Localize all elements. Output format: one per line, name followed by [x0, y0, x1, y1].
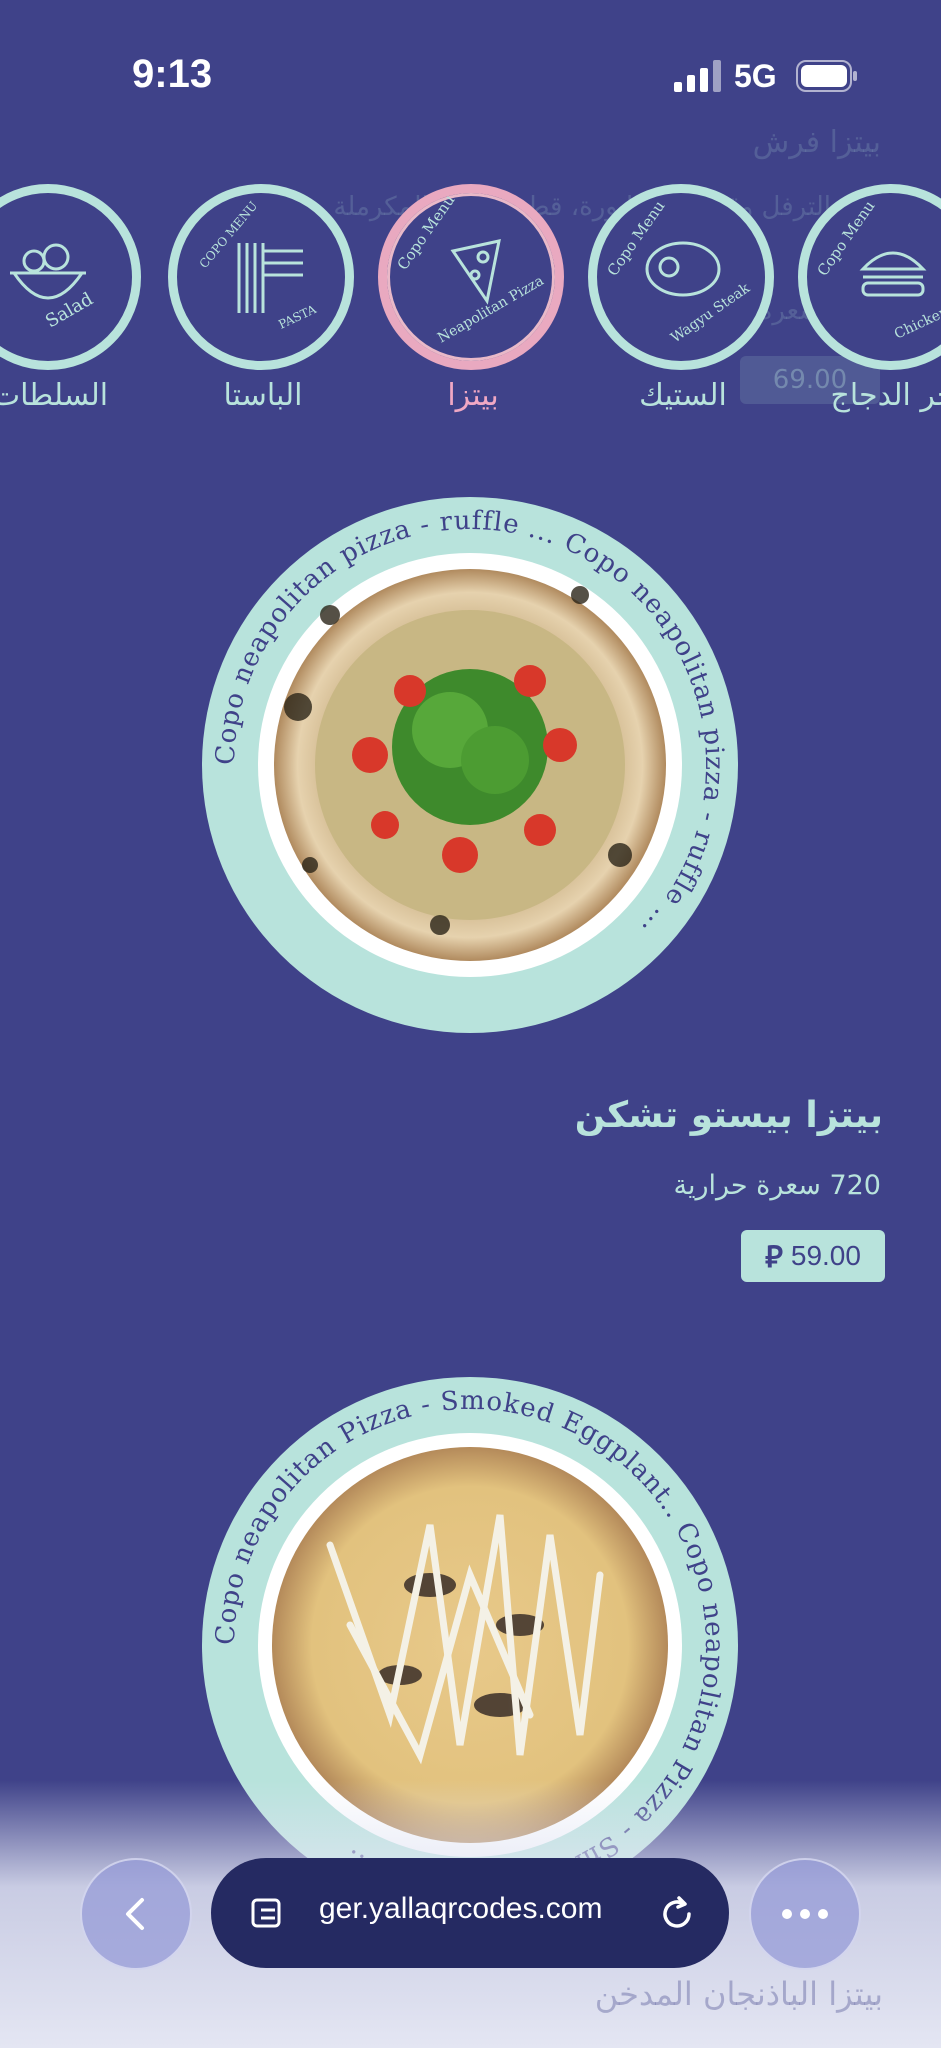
- product-price: 59.00: [790, 1240, 861, 1271]
- reload-icon[interactable]: [657, 1894, 697, 1934]
- status-time: 9:13: [132, 52, 213, 96]
- chevron-left-icon: [126, 1898, 144, 1930]
- product-image-pesto-chicken[interactable]: Copo neapolitan pizza - ruffle ... Copo …: [200, 495, 740, 1035]
- product-calories: 720 سعرة حرارية: [673, 1170, 881, 1201]
- back-button[interactable]: [80, 1858, 192, 1970]
- svg-text:Salad: Salad: [42, 289, 97, 333]
- ghost-title: بيتزا فرش: [752, 125, 881, 160]
- salad-bowl-icon: Salad: [10, 243, 97, 333]
- product-name: بيتزا الباذنجان المدخن: [594, 1975, 883, 2013]
- pasta-icon: COPO MENU PASTA: [197, 199, 319, 332]
- network-type: 5G: [734, 58, 777, 94]
- price-badge: ⃁ 59.00: [741, 1230, 885, 1282]
- cellular-signal-icon: [674, 60, 721, 92]
- burger-icon: Copo Menu Chicken: [814, 197, 941, 343]
- tabs-icon[interactable]: [247, 1894, 287, 1934]
- category-label: جر الدجاج: [830, 378, 941, 413]
- svg-text:Chicken: Chicken: [892, 304, 941, 343]
- url-text[interactable]: ger.yallaqrcodes.com: [319, 1892, 602, 1926]
- more-button[interactable]: [749, 1858, 861, 1970]
- svg-text:COPO MENU: COPO MENU: [197, 199, 261, 271]
- svg-text:Copo Menu: Copo Menu: [814, 197, 879, 279]
- product-name: بيتزا بيستو تشكن: [574, 1095, 883, 1136]
- category-carousel[interactable]: Salad السلطات COPO MENU PASTA الباستا Co…: [0, 180, 941, 440]
- riyal-currency-icon: ⃁: [765, 1240, 783, 1274]
- svg-text:PASTA: PASTA: [276, 302, 318, 332]
- steak-icon: Copo Menu Wagyu Steak: [604, 197, 754, 346]
- pizza-slice-icon: Copo Menu Neapolitan Pizza: [394, 193, 547, 346]
- more-dots-icon: [782, 1909, 828, 1919]
- svg-text:Wagyu Steak: Wagyu Steak: [668, 280, 753, 346]
- battery-icon: [796, 60, 857, 92]
- svg-text:Copo Menu: Copo Menu: [394, 193, 459, 273]
- address-bar[interactable]: ger.yallaqrcodes.com: [211, 1858, 729, 1968]
